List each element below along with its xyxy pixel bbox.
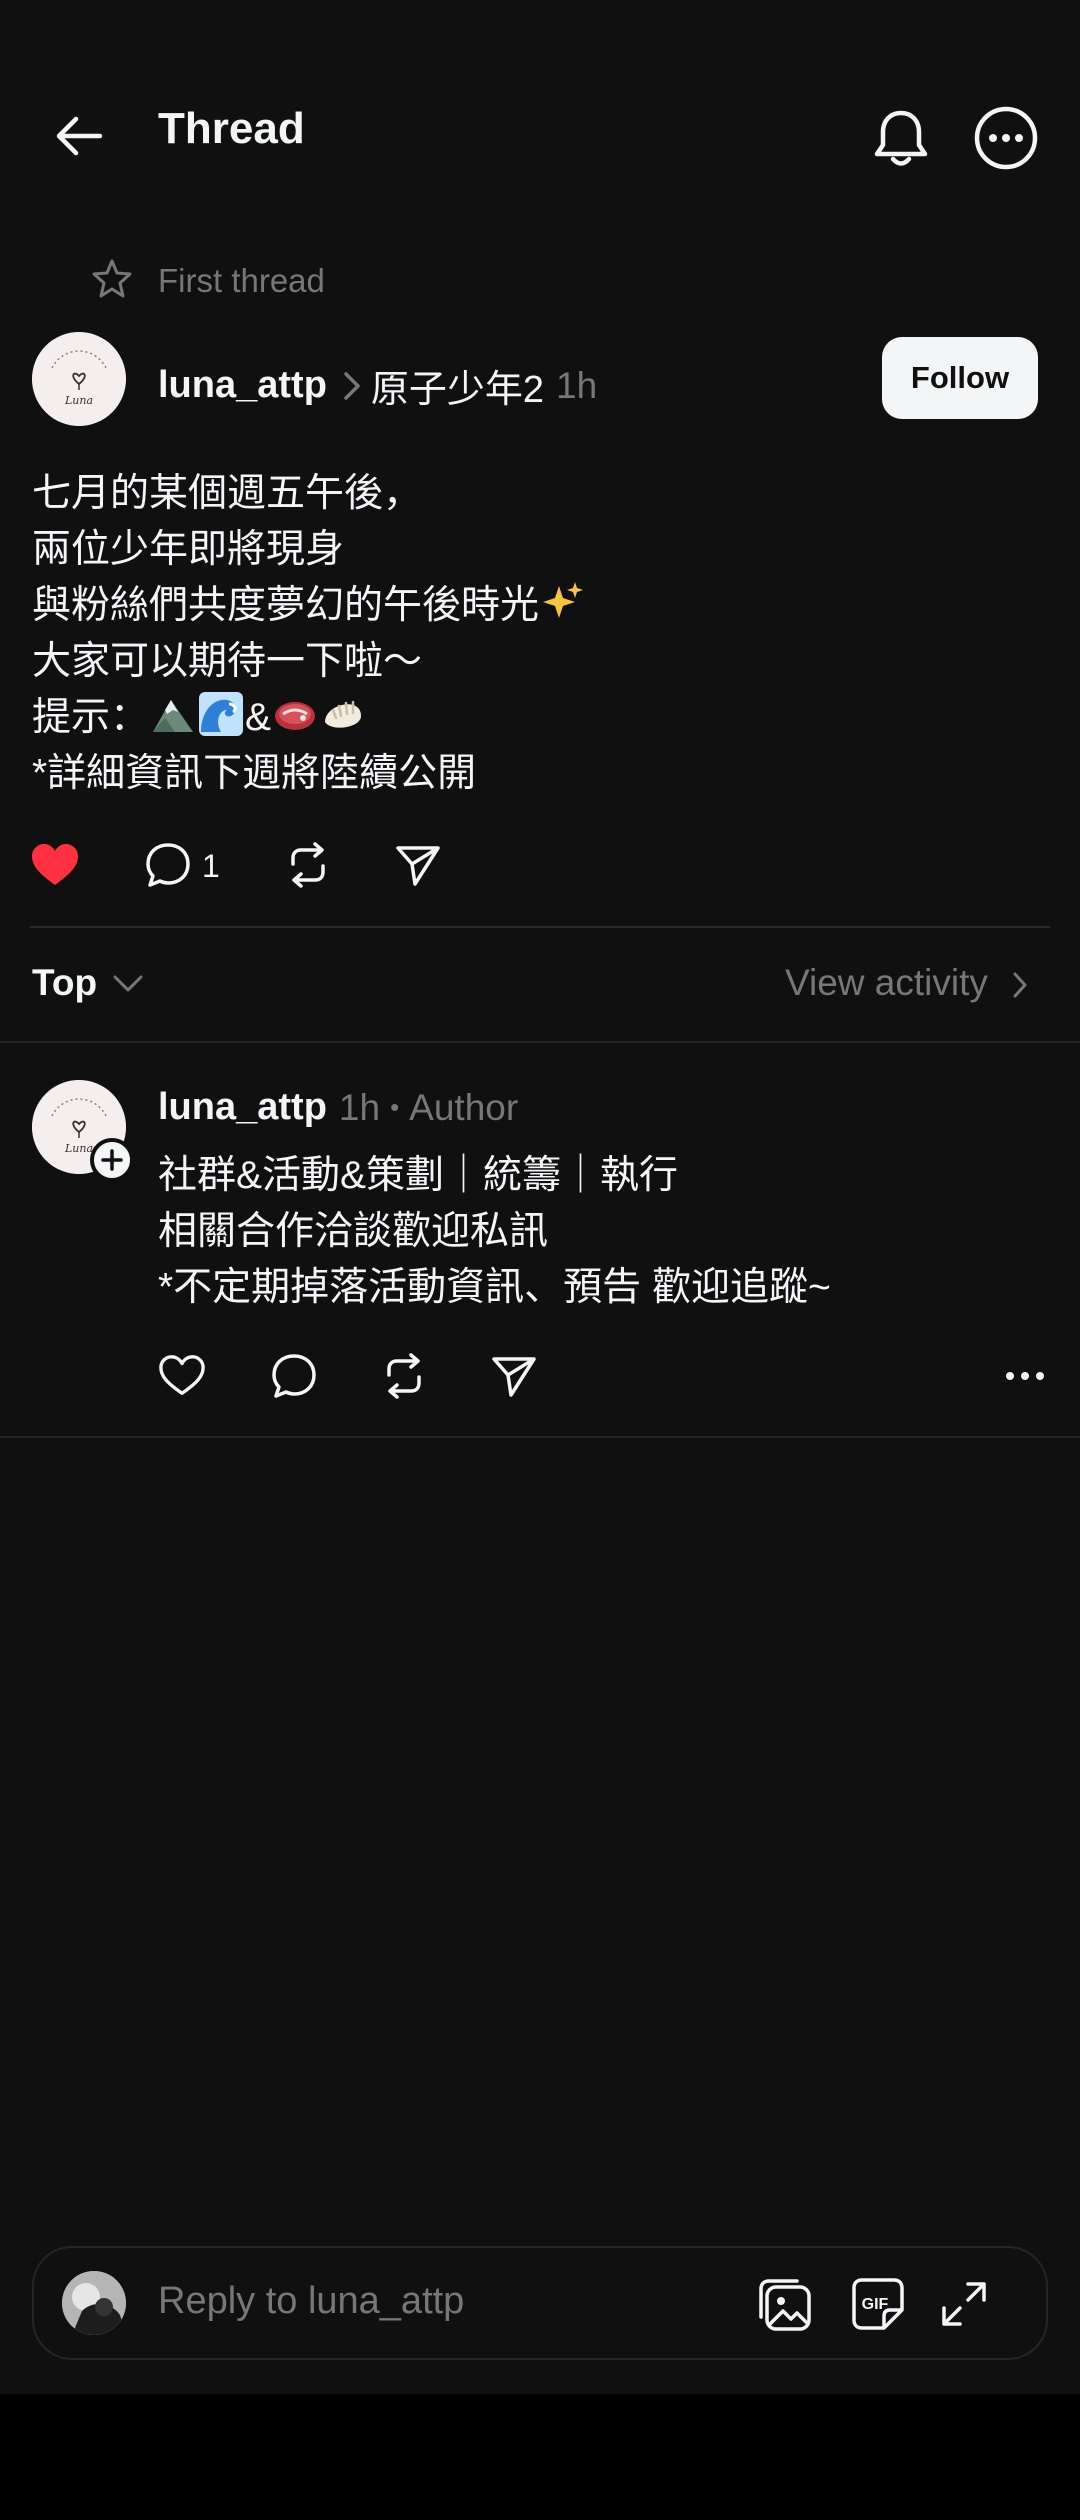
post-body: 七月的某個週五午後， 兩位少年即將現身 與粉絲們共度夢幻的午後時光 大家可以期待… xyxy=(32,466,1032,802)
reply-username[interactable]: luna_attp xyxy=(158,1086,327,1129)
user-photo-icon xyxy=(62,2271,126,2335)
navigation-bar-area xyxy=(0,2394,1080,2520)
dumpling-icon xyxy=(325,700,362,728)
follow-button[interactable]: Follow xyxy=(882,337,1038,419)
reply-share-button[interactable] xyxy=(488,1351,540,1401)
more-horizontal-icon xyxy=(1006,1372,1044,1380)
post-line: 兩位少年即將現身 xyxy=(32,528,345,571)
view-activity-link[interactable]: View activity xyxy=(785,962,988,1004)
post-line: 提示： & xyxy=(32,690,1032,746)
chevron-down-icon[interactable] xyxy=(110,966,146,1002)
reply-more-button[interactable] xyxy=(998,1360,1052,1392)
meat-icon xyxy=(275,702,316,730)
send-icon xyxy=(492,1357,536,1397)
chevron-right-icon[interactable] xyxy=(1008,968,1032,1002)
gif-icon: GIF xyxy=(852,2278,904,2330)
attach-image-button[interactable] xyxy=(752,2272,816,2336)
heart-icon xyxy=(159,1355,205,1395)
svg-text:Luna: Luna xyxy=(64,1142,93,1155)
reply-time: 1h xyxy=(338,1086,381,1128)
repost-icon xyxy=(387,1353,421,1399)
comment-button[interactable] xyxy=(142,840,194,890)
post-username[interactable]: luna_attp xyxy=(158,364,327,407)
sparkles-icon xyxy=(543,582,584,618)
plus-icon xyxy=(101,1149,123,1171)
reply-line: 社群&活動&策劃｜統籌｜執行 xyxy=(158,1154,679,1197)
star-icon xyxy=(90,256,134,300)
comment-icon xyxy=(146,843,190,887)
more-circle-icon xyxy=(974,106,1038,170)
post-line: 大家可以期待一下啦～ xyxy=(32,640,423,683)
expand-button[interactable] xyxy=(934,2274,994,2334)
repost-icon xyxy=(291,842,325,888)
composer-avatar xyxy=(62,2271,126,2335)
gif-button[interactable]: GIF xyxy=(846,2272,910,2336)
reply-line: *不定期掉落活動資訊、預告 歡迎追蹤~ xyxy=(158,1266,831,1309)
reply-like-button[interactable] xyxy=(156,1351,208,1401)
reply-repost-button[interactable] xyxy=(378,1351,430,1401)
reply-input[interactable]: Reply to luna_attp xyxy=(158,2280,464,2323)
notifications-button[interactable] xyxy=(866,104,936,174)
svg-text:GIF: GIF xyxy=(862,2296,889,2313)
reply-line: 相關合作洽談歡迎私訊 xyxy=(158,1210,549,1253)
page-title: Thread xyxy=(158,104,305,153)
reply-comment-button[interactable] xyxy=(268,1351,320,1401)
post-line: 七月的某個週五午後， xyxy=(32,472,423,515)
divider xyxy=(0,1041,1080,1043)
image-gallery-icon xyxy=(759,2279,811,2331)
wave-icon xyxy=(199,692,244,736)
avatar[interactable]: Luna xyxy=(32,332,126,426)
divider xyxy=(0,1436,1080,1438)
divider xyxy=(30,926,1050,928)
share-button[interactable] xyxy=(392,840,444,890)
first-thread-label: First thread xyxy=(158,262,325,299)
expand-icon xyxy=(942,2282,986,2326)
post-line: 與粉絲們共度夢幻的午後時光 xyxy=(32,578,1032,634)
mountain-icon xyxy=(153,700,194,732)
post-line: *詳細資訊下週將陸續公開 xyxy=(32,752,477,795)
author-badge: Author xyxy=(409,1086,519,1128)
sort-dropdown[interactable]: Top xyxy=(32,962,97,1004)
chevron-right-icon xyxy=(343,371,361,401)
repost-button[interactable] xyxy=(282,840,334,890)
arrow-left-icon xyxy=(56,116,103,156)
back-button[interactable] xyxy=(44,106,114,166)
comment-count: 1 xyxy=(202,848,220,884)
reply-body: 社群&活動&策劃｜統籌｜執行 相關合作洽談歡迎私訊 *不定期掉落活動資訊、預告 … xyxy=(158,1148,831,1316)
comment-icon xyxy=(272,1354,316,1398)
send-icon xyxy=(396,846,440,886)
separator-dot: • xyxy=(390,1092,400,1122)
like-button[interactable] xyxy=(28,840,82,890)
post-topic[interactable]: 原子少年2 xyxy=(371,358,544,413)
more-options-button[interactable] xyxy=(968,100,1044,176)
heart-filled-icon xyxy=(32,844,78,885)
post-time: 1h xyxy=(556,364,598,406)
bell-icon xyxy=(874,110,928,166)
svg-text:Luna: Luna xyxy=(64,394,93,407)
follow-plus-button[interactable] xyxy=(90,1138,134,1182)
event-planning-logo-icon: Luna xyxy=(32,332,126,426)
